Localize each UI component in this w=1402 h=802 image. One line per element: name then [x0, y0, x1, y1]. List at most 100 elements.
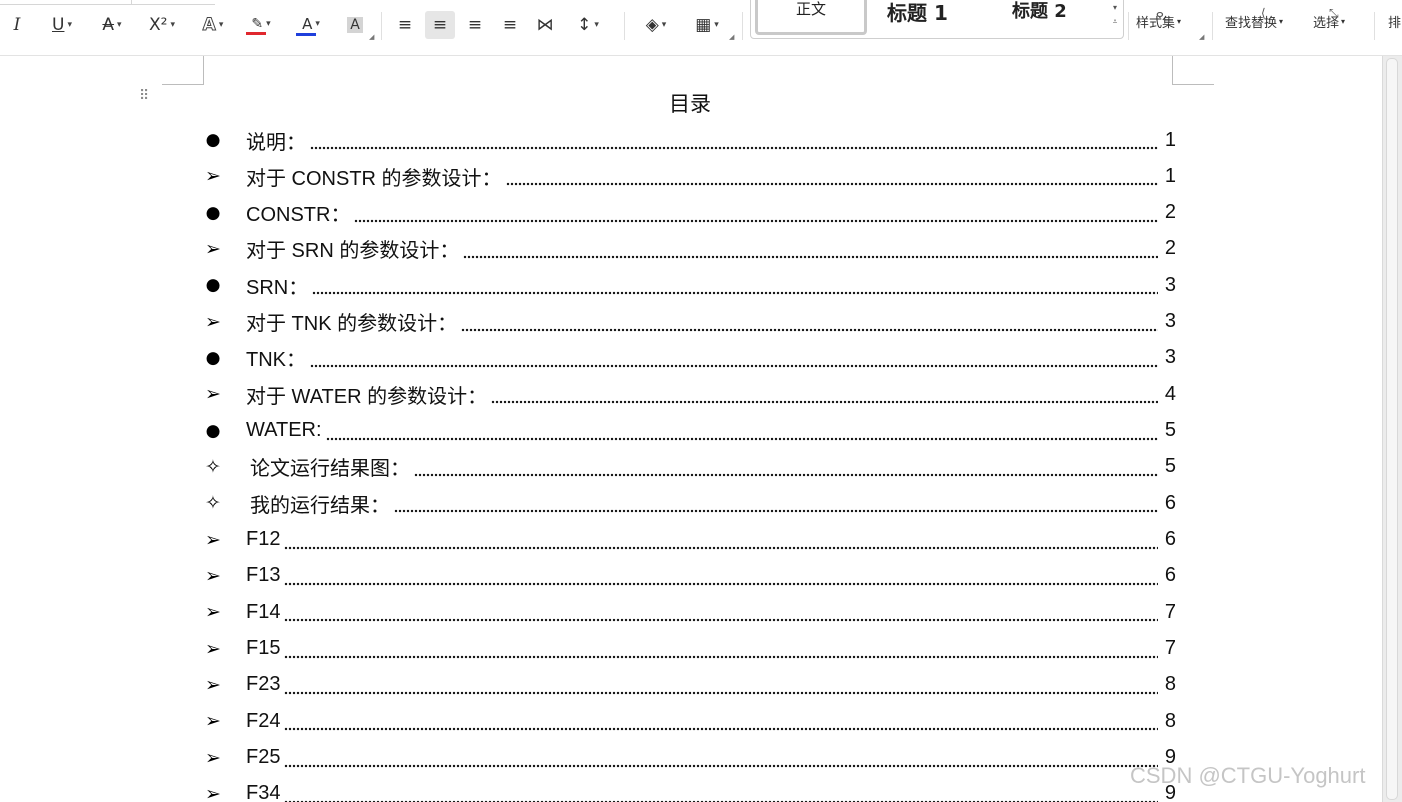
- scrollbar-thumb[interactable]: [1386, 58, 1398, 800]
- bullet-arrow-icon: ➢: [205, 637, 221, 660]
- bullet-arrow-icon: ➢: [205, 564, 221, 587]
- toc-entry-text: TNK：: [246, 349, 306, 372]
- toc-dot-leader: [414, 456, 1158, 477]
- toc-entry[interactable]: ➢ F24 8: [200, 703, 1176, 739]
- toc-entry[interactable]: ➢ F15 7: [200, 631, 1176, 667]
- arrange-button[interactable]: 排: [1388, 12, 1401, 31]
- paint-bucket-icon: ◈: [645, 15, 659, 35]
- borders-icon: ▦: [695, 15, 712, 35]
- chevron-down-icon: ▾: [1279, 17, 1284, 26]
- toc-entry-text: 对于 SRN 的参数设计：: [246, 240, 460, 263]
- toc-entry[interactable]: ✧ 论文运行结果图： 5: [200, 449, 1176, 485]
- find-icon: ⟨: [1261, 6, 1266, 20]
- toc-entry[interactable]: ● 说明： 1: [200, 122, 1176, 158]
- chevron-down-icon[interactable]: ▾: [1108, 1, 1122, 15]
- shading-button[interactable]: ◈ ▾: [637, 11, 675, 39]
- toc-entry-text: 对于 CONSTR 的参数设计：: [246, 167, 502, 190]
- toc-entry[interactable]: ➢ 对于 WATER 的参数设计： 4: [200, 376, 1176, 412]
- toc-entry[interactable]: ● CONSTR： 2: [200, 195, 1176, 231]
- toc-entry-text: F25: [246, 746, 281, 769]
- ribbon-toolbar: I U ▾ A ▾ X² ▾ A ▾ ✎ ▾ A ▾ A ◢ ≡ ≡ ≡ ≡ ⋈ ↕ ▾ ◈ ▾…: [0, 0, 1402, 56]
- toc-entry[interactable]: ➢ F12 6: [200, 522, 1176, 558]
- toc-entry[interactable]: ● WATER: 5: [200, 413, 1176, 449]
- toc-entry-text: F14: [246, 600, 281, 623]
- toc-entry-text: 对于 WATER 的参数设计：: [246, 385, 488, 408]
- gallery-expand-icon[interactable]: ⩡: [1108, 15, 1122, 29]
- justify-button[interactable]: ≡: [497, 11, 523, 39]
- style-heading2[interactable]: 标题 2: [1012, 0, 1067, 23]
- toc-entry[interactable]: ➢ 对于 CONSTR 的参数设计： 1: [200, 158, 1176, 194]
- toc-page-number: 2: [1164, 201, 1176, 224]
- toc-dot-leader: [505, 166, 1158, 187]
- underline-button[interactable]: U ▾: [44, 11, 80, 39]
- italic-button[interactable]: I: [5, 11, 29, 39]
- chevron-down-icon: ▾: [594, 20, 599, 30]
- chevron-down-icon: ▾: [218, 20, 224, 30]
- borders-button[interactable]: ▦ ▾: [688, 11, 726, 39]
- char-shading-button[interactable]: A: [344, 11, 366, 39]
- toc-entry-text: F15: [246, 637, 281, 660]
- font-name-box-edge[interactable]: [0, 0, 215, 5]
- strikethrough-button[interactable]: A ▾: [94, 11, 130, 39]
- style-normal[interactable]: 正文: [755, 0, 867, 35]
- style-heading1[interactable]: 标题 1: [887, 0, 948, 26]
- superscript-button[interactable]: X² ▾: [143, 11, 181, 39]
- toc-dot-leader: [491, 384, 1158, 405]
- vertical-scrollbar[interactable]: [1382, 56, 1402, 802]
- toc-entry-text: 说明：: [246, 131, 306, 154]
- toc-dot-leader: [284, 674, 1158, 695]
- toc-dot-leader: [310, 347, 1158, 368]
- toc-entry[interactable]: ✧ 我的运行结果： 6: [200, 485, 1176, 521]
- toc-dot-leader: [354, 202, 1158, 223]
- highlighter-icon: ✎: [251, 15, 264, 32]
- toc-entry[interactable]: ➢ F23 8: [200, 667, 1176, 703]
- font-color-icon: A: [302, 14, 313, 33]
- styles-dialog-launcher-icon[interactable]: ◢: [1199, 33, 1204, 41]
- font-dialog-launcher-icon[interactable]: ◢: [369, 33, 374, 41]
- toc-entry[interactable]: ➢ F14 7: [200, 594, 1176, 630]
- select-button[interactable]: ⤡ 选择 ▾: [1313, 6, 1345, 31]
- toc-entry[interactable]: ➢ 对于 TNK 的参数设计： 3: [200, 304, 1176, 340]
- toc-entry[interactable]: ● TNK： 3: [200, 340, 1176, 376]
- toc-entry-text: CONSTR：: [246, 204, 351, 227]
- toc-dot-leader: [284, 711, 1158, 732]
- toc-entry-text: F23: [246, 673, 281, 696]
- chevron-down-icon: ▾: [315, 18, 320, 29]
- drag-handle-icon[interactable]: ⠿: [139, 89, 153, 113]
- toc-entry[interactable]: ● SRN： 3: [200, 267, 1176, 303]
- toc-dot-leader: [284, 783, 1158, 802]
- toc-page-number: 8: [1164, 673, 1176, 696]
- align-left-button[interactable]: ≡: [392, 11, 418, 39]
- find-replace-button[interactable]: ⟨ 查找替换 ▾: [1225, 6, 1284, 31]
- style-heading2-label: 标题 2: [1012, 1, 1067, 22]
- align-right-icon: ≡: [467, 15, 483, 35]
- toc-entry[interactable]: ➢ F25 9: [200, 740, 1176, 776]
- style-normal-label: 正文: [795, 0, 826, 18]
- font-color-bar: [296, 32, 316, 36]
- toc-page-number: 6: [1164, 528, 1176, 551]
- toc-page-number: 4: [1164, 382, 1176, 405]
- toc-entry[interactable]: ➢ F34 9: [200, 776, 1176, 802]
- line-spacing-button[interactable]: ↕ ▾: [569, 11, 607, 39]
- toc-page-number: 6: [1164, 491, 1176, 514]
- align-right-button[interactable]: ≡: [462, 11, 488, 39]
- toc-entry[interactable]: ➢ 对于 SRN 的参数设计： 2: [200, 231, 1176, 267]
- distributed-button[interactable]: ⋈: [532, 11, 558, 39]
- toc-page-number: 5: [1164, 455, 1176, 478]
- toc-title: 目录: [669, 92, 711, 116]
- toc-dot-leader: [310, 130, 1158, 150]
- text-effects-button[interactable]: A ▾: [195, 11, 231, 39]
- strikethrough-icon: A: [102, 15, 115, 35]
- separator: [1128, 12, 1129, 40]
- bullet-dot-icon: ●: [205, 347, 221, 368]
- bullet-arrow-icon: ➢: [205, 310, 221, 333]
- align-center-button[interactable]: ≡: [425, 11, 455, 39]
- gallery-scroll[interactable]: ▾ ⩡: [1108, 1, 1122, 29]
- paragraph-dialog-launcher-icon[interactable]: ◢: [729, 33, 734, 41]
- font-color-button[interactable]: A ▾: [293, 11, 329, 39]
- toc-entry[interactable]: ➢ F13 6: [200, 558, 1176, 594]
- toc-entry-text: SRN：: [246, 276, 309, 299]
- toc-dot-leader: [284, 565, 1158, 586]
- styles-set-button[interactable]: ⴰ 样式集 ▾: [1136, 6, 1181, 31]
- highlight-button[interactable]: ✎ ▾: [243, 11, 279, 39]
